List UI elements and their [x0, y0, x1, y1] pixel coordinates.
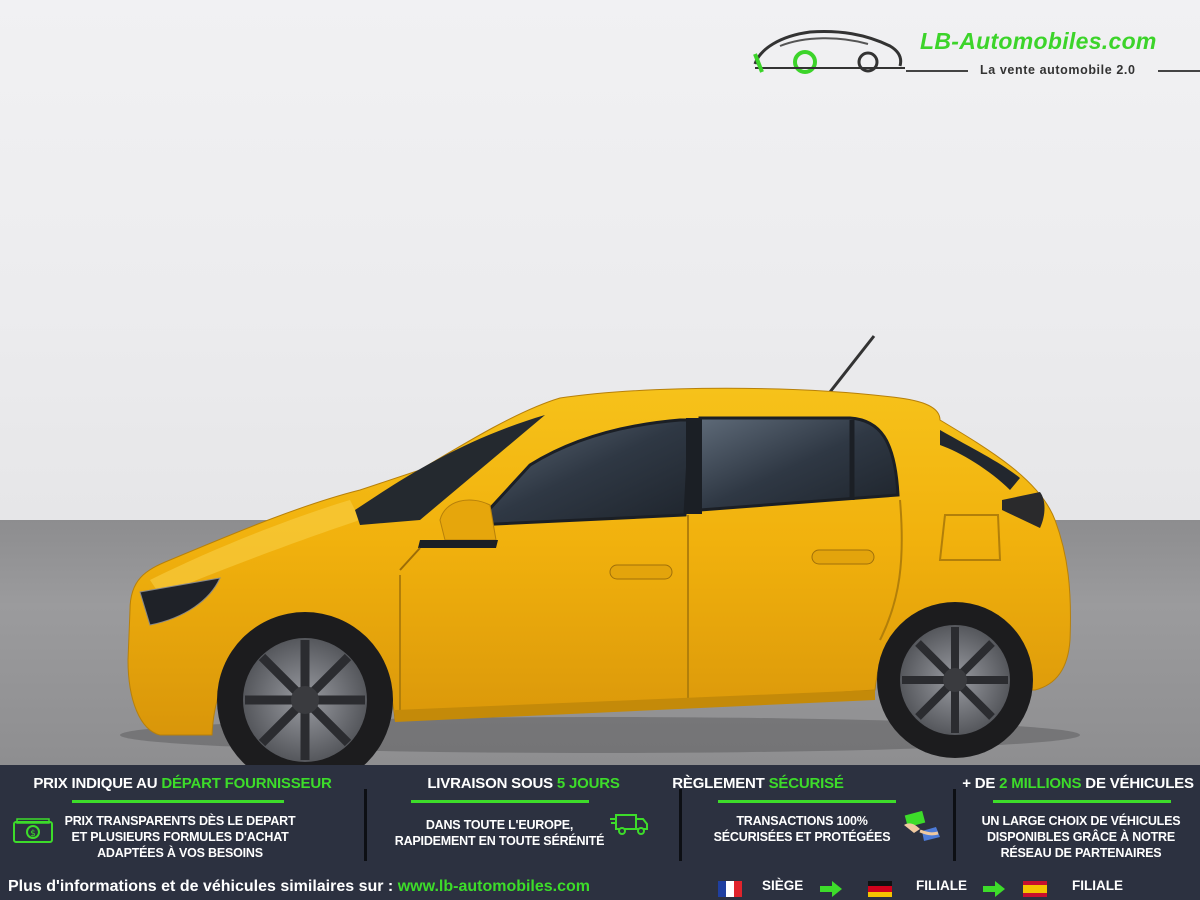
- info-text: TRANSACTIONS 100% SÉCURISÉES ET PROTÉGÉE…: [713, 814, 891, 844]
- side-mirror: [439, 499, 497, 541]
- logo-name: LB-Automobiles.com: [920, 28, 1157, 54]
- info-block-vehicles: + DE 2 MILLIONS DE VÉHICULES UN LARGE CH…: [956, 765, 1200, 870]
- info-heading: RÈGLEMENT SÉCURISÉ: [672, 775, 844, 792]
- rear-wheel: [877, 602, 1033, 758]
- location-label: SIÈGE: [762, 878, 804, 893]
- front-door-handle: [609, 564, 673, 580]
- info-text: UN LARGE CHOIX DE VÉHICULES DISPONIBLES …: [981, 814, 1181, 860]
- logo-rule-left: [906, 70, 968, 72]
- car-photo: LB-Automobiles.com La vente automobile 2…: [0, 0, 1200, 765]
- lb-automobiles-logo: LB-Automobiles.com La vente automobile 2…: [750, 24, 1200, 84]
- info-text: PRIX TRANSPARENTS DÈS LE DEPART ET PLUSI…: [64, 814, 296, 860]
- footer-text: Plus d'informations et de véhicules simi…: [8, 878, 591, 895]
- location-label: FILIALE: [916, 878, 967, 893]
- footer-bar: Plus d'informations et de véhicules simi…: [0, 875, 1200, 900]
- b-pillar: [686, 418, 702, 514]
- info-text: DANS TOUTE L'EUROPE, RAPIDEMENT EN TOUTE…: [394, 818, 605, 848]
- antenna: [828, 335, 876, 393]
- rear-window: [698, 416, 900, 512]
- arrow-right-icon: [983, 881, 1005, 897]
- website-link[interactable]: www.lb-automobiles.com: [398, 878, 590, 895]
- green-rule: [72, 800, 284, 803]
- yellow-hatchback-car: [120, 335, 1080, 765]
- rear-door-handle: [811, 549, 875, 565]
- car-silhouette-icon: [753, 30, 905, 74]
- france-flag-icon: [718, 881, 742, 897]
- payment-hands-icon: [904, 811, 940, 841]
- spain-flag-icon: [1023, 881, 1047, 897]
- info-block-payment: RÈGLEMENT SÉCURISÉ TRANSACTIONS 100% SÉC…: [672, 765, 954, 870]
- info-heading: PRIX INDIQUE AU DÉPART FOURNISSEUR: [33, 775, 332, 792]
- logo-rule-right: [1158, 70, 1200, 72]
- logo-tagline: La vente automobile 2.0: [980, 63, 1136, 77]
- delivery-truck-icon: [610, 814, 648, 835]
- info-band: PRIX INDIQUE AU DÉPART FOURNISSEUR $ PRI…: [0, 765, 1200, 900]
- arrow-right-icon: [820, 881, 842, 897]
- green-rule: [993, 800, 1171, 803]
- green-rule: [718, 800, 896, 803]
- info-heading: + DE 2 MILLIONS DE VÉHICULES: [962, 775, 1194, 792]
- svg-text:$: $: [30, 829, 36, 839]
- info-block-price: PRIX INDIQUE AU DÉPART FOURNISSEUR $ PRI…: [0, 765, 365, 870]
- germany-flag-icon: [868, 881, 892, 897]
- location-label: FILIALE: [1072, 878, 1123, 893]
- banknote-icon: $: [13, 818, 53, 843]
- green-rule: [411, 800, 589, 803]
